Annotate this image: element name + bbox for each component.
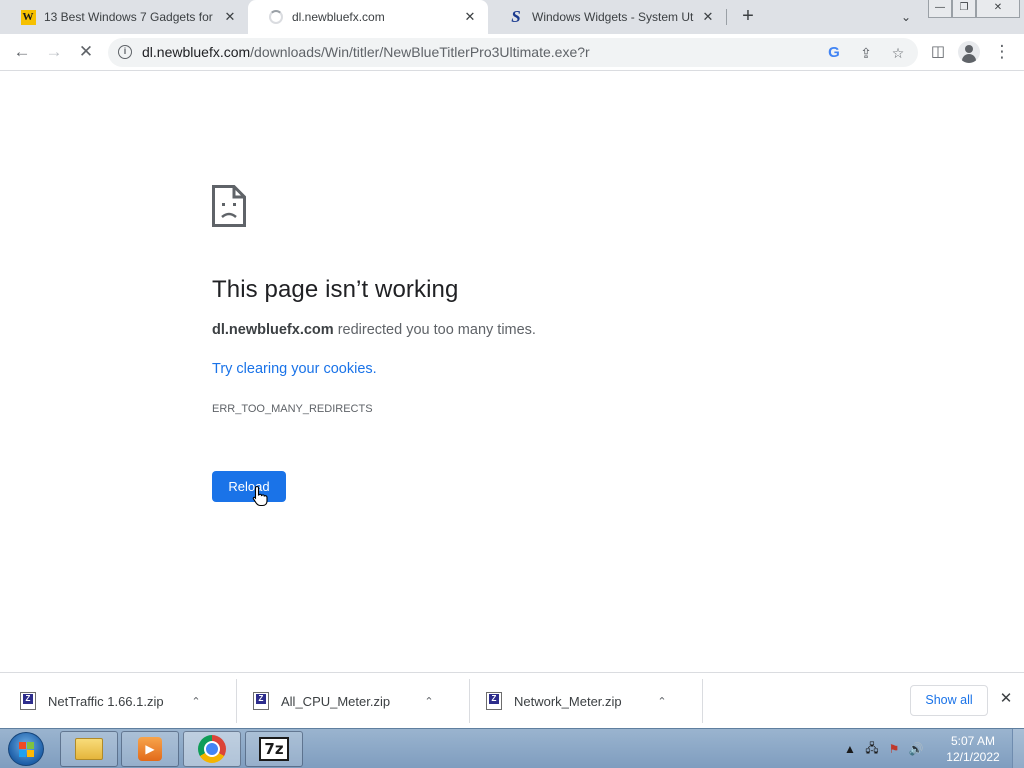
profile-avatar-icon[interactable] [958,41,980,63]
tab-close-icon[interactable]: ✕ [462,9,478,25]
share-icon[interactable]: ⇪ [856,43,876,63]
tab-close-icon[interactable]: ✕ [700,9,716,25]
chevron-up-icon[interactable]: ⌃ [654,695,670,708]
address-bar[interactable]: i dl.newbluefx.com/downloads/Win/titler/… [108,38,918,67]
side-panel-icon[interactable]: ◫ [926,40,950,64]
show-all-button[interactable]: Show all [910,685,988,716]
show-desktop-button[interactable] [1012,729,1024,768]
error-title: This page isn’t working [212,276,459,303]
chrome-icon[interactable] [183,731,241,767]
zip-file-icon [253,692,269,710]
tab-search-icon[interactable]: ⌄ [896,7,916,27]
windows-taskbar: ▶ 7z ▲ 🖧 ⚑ 🔊 5:07 AM 12/1/2022 [0,728,1024,768]
forward-arrow-icon[interactable]: → [42,40,66,64]
download-item[interactable]: All_CPU_Meter.zip ⌃ [233,679,437,723]
error-page: This page isn’t working dl.newbluefx.com… [0,72,1024,672]
tab-title: dl.newbluefx.com [292,10,385,24]
clock-time: 5:07 AM [950,734,996,748]
tab-close-icon[interactable]: ✕ [222,9,238,25]
tab-separator [726,9,727,25]
start-button[interactable] [8,732,44,766]
7zip-icon[interactable]: 7z [245,731,303,767]
clock[interactable]: 5:07 AM 12/1/2022 [940,733,1006,765]
tab-newbluefx[interactable]: dl.newbluefx.com ✕ [248,0,488,34]
windows-logo-icon [19,742,34,757]
error-host: dl.newbluefx.com [212,322,334,338]
browser-toolbar: ← → ✕ i dl.newbluefx.com/downloads/Win/t… [0,34,1024,71]
clear-cookies-link[interactable]: Try clearing your cookies. [212,361,377,377]
zip-file-icon [486,692,502,710]
download-filename: All_CPU_Meter.zip [281,693,391,709]
menu-kebab-icon[interactable]: ⋮ [990,40,1014,64]
error-desc-text: redirected you too many times. [333,322,536,338]
network-icon[interactable]: 🖧 [864,739,880,760]
reload-button[interactable]: Reload [212,471,286,502]
action-center-icon[interactable]: ⚑ [886,742,902,756]
clock-date: 12/1/2022 [946,750,1000,764]
loading-spinner-icon [268,9,284,25]
chevron-up-icon[interactable]: ⌃ [188,695,204,708]
url-host: dl.newbluefx.com [142,44,251,60]
error-description: dl.newbluefx.com redirected you too many… [212,322,536,338]
tab-title: 13 Best Windows 7 Gadgets for S [44,10,216,24]
w-favicon-icon: W [20,9,36,25]
download-filename: Network_Meter.zip [514,693,622,709]
google-translate-icon[interactable]: G [824,43,844,63]
site-info-icon[interactable]: i [118,45,132,59]
url-path: /downloads/Win/titler/NewBlueTitlerPro3U… [250,44,590,60]
volume-icon[interactable]: 🔊 [908,742,924,756]
download-item[interactable]: NetTraffic 1.66.1.zip ⌃ [0,679,204,723]
s-favicon-icon: S [511,7,521,26]
chevron-up-icon[interactable]: ⌃ [421,695,437,708]
show-hidden-icons-icon[interactable]: ▲ [842,742,858,756]
close-shelf-icon[interactable]: ✕ [996,689,1016,709]
error-code: ERR_TOO_MANY_REDIRECTS [212,403,373,415]
download-separator [702,679,703,723]
download-shelf: NetTraffic 1.66.1.zip ⌃ All_CPU_Meter.zi… [0,672,1024,728]
tab-title: Windows Widgets - System Utiliti [532,10,694,24]
bookmark-star-icon[interactable]: ☆ [888,43,908,63]
stop-loading-icon[interactable]: ✕ [74,40,98,64]
tab-windows-gadgets[interactable]: W 13 Best Windows 7 Gadgets for S ✕ [0,0,248,34]
file-explorer-icon[interactable] [60,731,118,767]
tab-strip: W 13 Best Windows 7 Gadgets for S ✕ dl.n… [0,0,1024,34]
system-tray: ▲ 🖧 ⚑ 🔊 [842,739,924,759]
download-item[interactable]: Network_Meter.zip ⌃ [466,679,670,723]
back-arrow-icon[interactable]: ← [10,40,34,64]
url-text[interactable]: dl.newbluefx.com/downloads/Win/titler/Ne… [142,44,590,60]
sad-page-icon [212,185,246,227]
new-tab-button[interactable]: + [736,5,760,29]
maximize-button[interactable]: ❐ [952,0,976,18]
zip-file-icon [20,692,36,710]
media-player-icon[interactable]: ▶ [121,731,179,767]
download-filename: NetTraffic 1.66.1.zip [48,693,164,709]
minimize-button[interactable]: — [928,0,952,18]
hand-cursor-icon [252,485,268,507]
tab-windows-widgets[interactable]: S Windows Widgets - System Utiliti ✕ [488,0,726,34]
close-window-button[interactable]: ✕ [976,0,1020,18]
